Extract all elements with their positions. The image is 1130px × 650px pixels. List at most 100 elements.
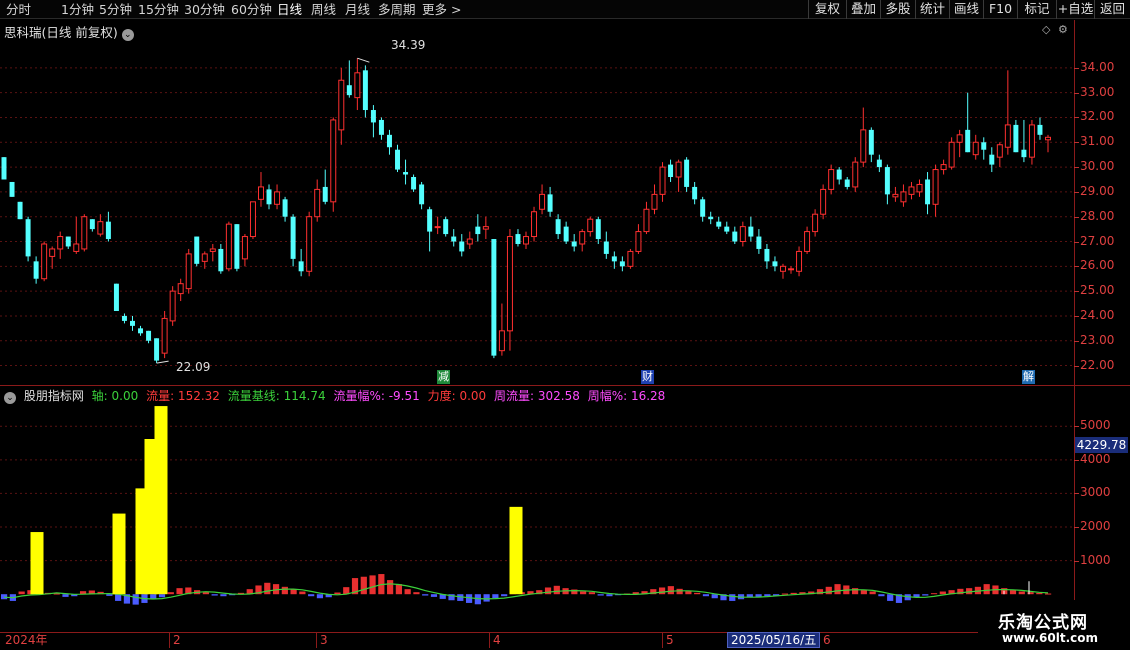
candle-body: [459, 241, 465, 252]
candle-body: [330, 119, 337, 203]
tab-30min[interactable]: 30分钟: [184, 1, 225, 18]
candle-body: [282, 199, 288, 217]
candle-body: [138, 328, 144, 334]
flow-bar: [580, 591, 587, 595]
event-unlock-icon[interactable]: 解: [1022, 370, 1035, 384]
tab-fenshi[interactable]: 分时: [6, 1, 31, 18]
candle-body: [635, 231, 642, 252]
candle-body: [940, 164, 947, 171]
price-tick-label: 23.00: [1080, 332, 1115, 347]
flow-bar: [685, 591, 692, 595]
flow-bar: [694, 592, 701, 595]
candle-body: [724, 226, 730, 232]
tab-15min[interactable]: 15分钟: [138, 1, 179, 18]
candle-body: [925, 179, 931, 205]
flow-bar: [299, 591, 306, 595]
tab-60min[interactable]: 60分钟: [231, 1, 272, 18]
candle-body: [739, 226, 746, 243]
watermark-url: www.60lt.com: [1002, 631, 1099, 645]
candle-body: [764, 248, 770, 262]
tab-monthly[interactable]: 月线: [345, 1, 370, 18]
candle-body: [506, 236, 513, 332]
candle-body: [346, 85, 352, 96]
candle-body: [996, 144, 1003, 158]
candle-body: [466, 238, 473, 245]
tab-multi-period[interactable]: 多周期: [378, 1, 416, 18]
price-tick-label: 31.00: [1080, 134, 1115, 149]
price-tick-label: 24.00: [1080, 307, 1115, 322]
candle-body: [700, 199, 706, 217]
candle-body: [322, 186, 328, 202]
flow-bar: [167, 592, 174, 595]
indicator-tick-label: 1000: [1080, 552, 1111, 567]
candle-body: [836, 169, 842, 180]
tab-weekly[interactable]: 周线: [311, 1, 336, 18]
price-tick-label: 30.00: [1080, 159, 1115, 174]
candle-body: [860, 129, 867, 163]
tab-daily[interactable]: 日线: [277, 1, 302, 18]
flow-bar: [781, 593, 789, 595]
flow-bar: [158, 594, 166, 598]
candle-body: [932, 169, 939, 205]
candle-body: [249, 201, 256, 238]
tab-5min[interactable]: 5分钟: [99, 1, 132, 18]
mark-button[interactable]: 标记: [1017, 0, 1056, 19]
event-finance-icon[interactable]: 财: [641, 370, 654, 384]
candle-body: [218, 248, 224, 272]
candle-body: [403, 172, 409, 175]
add-watchlist-button[interactable]: +自选: [1056, 0, 1094, 19]
statistics-button[interactable]: 统计: [915, 0, 949, 19]
candle-body: [73, 243, 80, 252]
candle-body: [555, 219, 561, 235]
candle-body: [1021, 149, 1027, 158]
back-button[interactable]: 返回: [1094, 0, 1130, 19]
price-tick: [1074, 142, 1079, 144]
candle-body: [241, 236, 248, 260]
price-tick: [1074, 167, 1079, 169]
candle-body: [234, 224, 240, 269]
candle-body: [788, 268, 795, 271]
candle-body: [298, 261, 304, 272]
flow-bar: [404, 589, 411, 595]
flow-bar: [290, 589, 297, 595]
flow-bar: [983, 584, 990, 595]
restore-rights-button[interactable]: 复权: [808, 0, 846, 19]
event-reduce-icon[interactable]: 减: [437, 370, 450, 384]
tab-1min[interactable]: 1分钟: [61, 1, 94, 18]
candle-body: [989, 154, 995, 165]
low-pointer: [156, 360, 169, 364]
overlay-button[interactable]: 叠加: [846, 0, 880, 19]
flow-bar: [869, 591, 876, 595]
candle-body: [498, 330, 505, 352]
flow-bar: [825, 586, 832, 595]
candle-body: [17, 201, 23, 220]
flow-bar: [1009, 590, 1017, 595]
flow-bar: [729, 594, 736, 601]
candle-body: [659, 166, 666, 195]
f10-button[interactable]: F10: [983, 0, 1017, 19]
low-marker: 22.09: [176, 360, 211, 374]
flow-bar: [220, 594, 227, 597]
candle-body: [828, 169, 835, 190]
spike-bar: [112, 513, 126, 595]
indicator-tick: [1074, 459, 1079, 461]
candle-body: [796, 250, 803, 272]
candle-body: [33, 261, 39, 279]
candle-body: [684, 159, 690, 187]
tab-more[interactable]: 更多 >: [422, 1, 461, 18]
candle-body: [290, 216, 296, 259]
watermark-title: 乐淘公式网: [998, 613, 1088, 633]
flow-bar: [211, 594, 218, 596]
flow-bar: [430, 594, 438, 597]
candle-body: [386, 134, 392, 148]
candle-body: [892, 193, 899, 198]
multi-stock-button[interactable]: 多股: [880, 0, 915, 19]
flow-bar: [281, 586, 288, 595]
candle-body: [9, 181, 15, 197]
draw-line-button[interactable]: 画线: [949, 0, 983, 19]
candle-body: [1028, 124, 1035, 158]
price-tick: [1074, 216, 1079, 218]
candle-body: [338, 79, 345, 131]
price-tick: [1074, 340, 1079, 342]
candle-body: [748, 226, 754, 237]
